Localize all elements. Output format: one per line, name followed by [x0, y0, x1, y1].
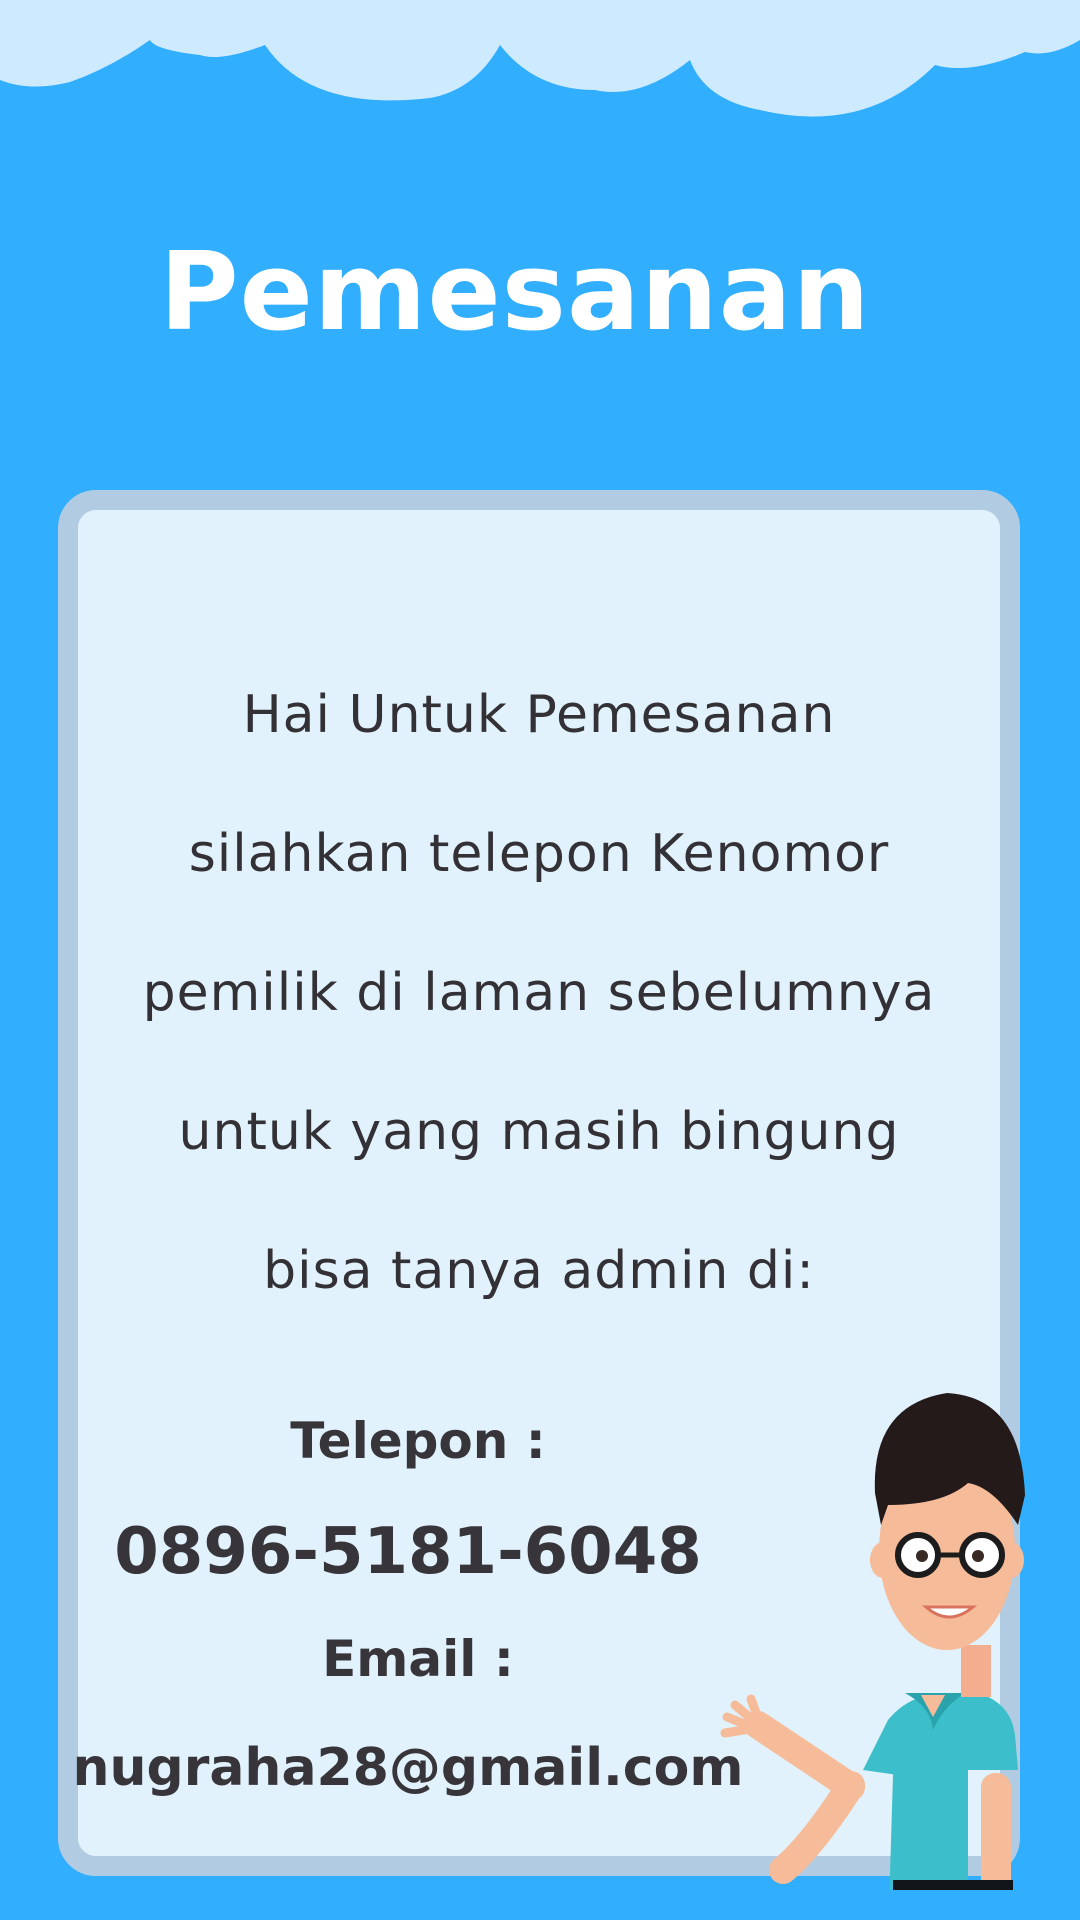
email-label: Email : [322, 1630, 514, 1688]
info-card: Hai Untuk Pemesanan silahkan telepon Ken… [58, 490, 1025, 1890]
man-waving-icon [720, 1393, 1025, 1890]
phone-label: Telepon : [290, 1412, 546, 1470]
message-line: untuk yang masih bingung [178, 1102, 900, 1162]
phone-number[interactable]: 0896-5181-6048 [98, 1515, 718, 1589]
message-line: silahkan telepon Kenomor [188, 824, 890, 884]
message-line: pemilik di laman sebelumnya [142, 963, 936, 1023]
page-title: Pemesanan [159, 230, 871, 355]
message-line: Hai Untuk Pemesanan [242, 685, 836, 745]
message-line: bisa tanya admin di: [263, 1241, 815, 1301]
cloud-border-icon [0, 0, 1080, 117]
order-instructions: Hai Untuk Pemesanan silahkan telepon Ken… [78, 675, 1000, 1370]
